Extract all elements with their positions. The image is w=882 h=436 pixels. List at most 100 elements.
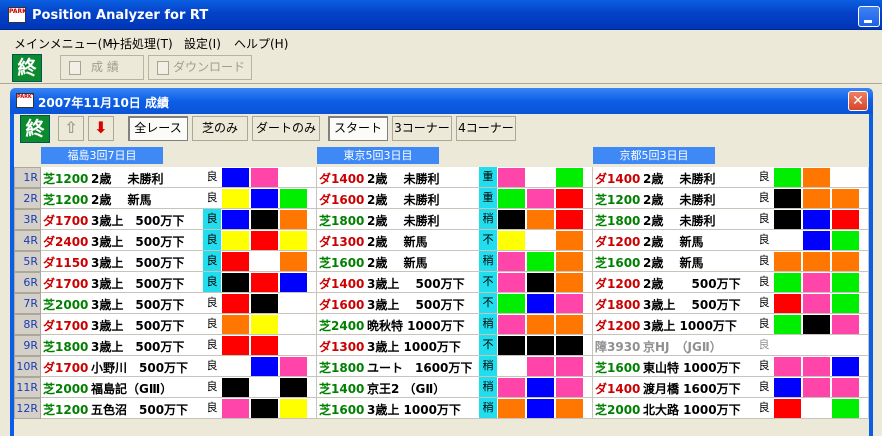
exit-icon[interactable]: 終 <box>20 115 50 143</box>
position-color-swatch <box>527 189 554 208</box>
race-number[interactable]: 12R <box>14 398 41 419</box>
race-cell[interactable]: ダ1200 3歳上 1000万下 良 <box>593 314 869 335</box>
menu-help[interactable]: ヘルプ(H) <box>234 35 288 52</box>
race-number[interactable]: 7R <box>14 293 41 314</box>
race-cell[interactable]: 障3930 京HJ （JGⅡ） 良 <box>593 335 869 356</box>
race-cell[interactable]: 芝2000 北大路 1000万下 良 <box>593 398 869 419</box>
race-cell[interactable]: 芝1200 2歳 新馬 良 <box>41 188 317 209</box>
race-cell[interactable]: 芝1200 2歳 未勝利 良 <box>593 188 869 209</box>
filter-dirt-only[interactable]: ダートのみ <box>252 116 320 141</box>
track-condition: 良 <box>203 251 221 271</box>
race-cell[interactable]: 芝2000 3歳上 500万下 良 <box>41 293 317 314</box>
race-cell[interactable]: 芝1600 2歳 新馬 稍 <box>317 251 593 272</box>
minimize-button[interactable] <box>858 6 880 27</box>
race-cell[interactable]: ダ1700 3歳上 500万下 良 <box>41 272 317 293</box>
track-condition: 不 <box>479 272 497 292</box>
race-course: 芝1800 <box>319 361 365 375</box>
tab-3rd-corner[interactable]: 3コーナー <box>392 116 452 141</box>
tab-4th-corner[interactable]: 4コーナー <box>456 116 516 141</box>
race-cell[interactable]: ダ1400 渡月橋 1600万下 良 <box>593 377 869 398</box>
race-number[interactable]: 5R <box>14 251 41 272</box>
race-number[interactable]: 8R <box>14 314 41 335</box>
race-cell[interactable]: 芝1800 2歳 未勝利 良 <box>593 209 869 230</box>
track-condition: 良 <box>758 275 770 288</box>
race-cell[interactable]: ダ1200 2歳 500万下 良 <box>593 272 869 293</box>
race-cell[interactable]: 芝2400 晩秋特 1000万下稍 <box>317 314 593 335</box>
race-cell[interactable]: ダ1400 2歳 未勝利 良 <box>593 167 869 188</box>
race-number[interactable]: 4R <box>14 230 41 251</box>
race-cell[interactable]: 芝1800 3歳上 500万下 良 <box>41 335 317 356</box>
race-cell[interactable]: 芝1200 2歳 未勝利 良 <box>41 167 317 188</box>
close-button[interactable]: ✕ <box>848 91 868 111</box>
track-condition: 良 <box>758 317 770 330</box>
position-color-swatch <box>556 189 583 208</box>
race-course: ダ2400 <box>43 235 89 249</box>
position-color-swatch <box>803 378 830 397</box>
race-number[interactable]: 10R <box>14 356 41 377</box>
results-toolbar: 終 ⇧ ⬇ 全レース 芝のみ ダートのみ スタート 3コーナー 4コーナー <box>14 114 869 144</box>
race-class: 3歳上 500万下 <box>91 235 185 249</box>
race-course: 障3930 <box>595 340 641 354</box>
race-number[interactable]: 9R <box>14 335 41 356</box>
position-color-swatch <box>251 210 278 229</box>
race-number[interactable]: 3R <box>14 209 41 230</box>
race-cell[interactable]: 芝1800 ユート 1600万下稍 <box>317 356 593 377</box>
menu-batch[interactable]: 一括処理(T) <box>108 35 173 52</box>
race-cell[interactable]: ダ1600 2歳 未勝利 重 <box>317 188 593 209</box>
track-condition: 良 <box>758 338 770 351</box>
race-cell[interactable]: ダ1800 3歳上 500万下 良 <box>593 293 869 314</box>
position-color-swatch <box>498 252 525 271</box>
race-course: ダ1200 <box>595 319 641 333</box>
race-number[interactable]: 2R <box>14 188 41 209</box>
race-cell[interactable]: ダ1600 3歳上 500万下不 <box>317 293 593 314</box>
table-row: 9R 芝1800 3歳上 500万下 良 ダ1300 3歳上 1000万下 不 障3930 京H… <box>14 335 869 356</box>
race-cell[interactable]: ダ1300 2歳 新馬 不 <box>317 230 593 251</box>
race-cell[interactable]: ダ1700 3歳上 500万下 良 <box>41 209 317 230</box>
race-number[interactable]: 6R <box>14 272 41 293</box>
download-button-label: ダウンロード <box>173 60 246 74</box>
race-cell[interactable]: 芝1600 2歳 新馬 良 <box>593 251 869 272</box>
race-cell[interactable]: 芝1800 2歳 未勝利 稍 <box>317 209 593 230</box>
race-class: 京HJ （JGⅡ） <box>643 340 722 354</box>
race-cell[interactable]: ダ2400 3歳上 500万下 良 <box>41 230 317 251</box>
race-cell[interactable]: ダ1150 3歳上 500万下 良 <box>41 251 317 272</box>
race-class: 北大路 1000万下 <box>643 403 741 417</box>
race-cell[interactable]: ダ1400 3歳上 500万下不 <box>317 272 593 293</box>
race-course: ダ1700 <box>43 214 89 228</box>
filter-all-races[interactable]: 全レース <box>128 116 188 141</box>
table-row: 3R ダ1700 3歳上 500万下良芝1800 2歳 未勝利稍芝1800 2歳 未勝利… <box>14 209 869 230</box>
race-cell[interactable]: 芝1200 五色沼 500万下 良 <box>41 398 317 419</box>
race-class: 3歳上 1000万下 <box>367 340 461 354</box>
venue-header[interactable]: 福島3回7日目 <box>41 147 163 164</box>
race-cell[interactable]: 芝1400 京王2 （GⅡ） 稍 <box>317 377 593 398</box>
race-class: 2歳 新馬 <box>91 193 152 207</box>
position-color-swatch <box>774 399 801 418</box>
results-button[interactable]: 成 績 <box>60 55 144 80</box>
filter-turf-only[interactable]: 芝のみ <box>192 116 248 141</box>
menu-main[interactable]: メインメニュー(M) <box>14 35 117 52</box>
menu-settings[interactable]: 設定(I) <box>184 35 221 52</box>
race-cell[interactable]: 芝1600 東山特 1000万下 良 <box>593 356 869 377</box>
race-cell[interactable]: ダ1200 2歳 新馬 良 <box>593 230 869 251</box>
up-arrow-icon[interactable]: ⇧ <box>58 116 84 141</box>
tab-start[interactable]: スタート <box>328 116 388 141</box>
down-arrow-icon[interactable]: ⬇ <box>88 116 114 141</box>
race-class: 3歳上 1000万下 <box>367 403 461 417</box>
race-number[interactable]: 1R <box>14 167 41 188</box>
race-cell[interactable]: ダ1700 3歳上 500万下 良 <box>41 314 317 335</box>
track-condition: 稍 <box>479 209 497 229</box>
race-cell[interactable]: 芝1600 3歳上 1000万下 稍 <box>317 398 593 419</box>
race-cell[interactable]: ダ1700 小野川 500万下 良 <box>41 356 317 377</box>
race-cell[interactable]: ダ1400 2歳 未勝利 重 <box>317 167 593 188</box>
venue-header[interactable]: 東京5回3日目 <box>317 147 439 164</box>
race-cell[interactable]: 芝2000 福島記（GⅢ） 良 <box>41 377 317 398</box>
track-condition: 良 <box>758 401 770 414</box>
venue-header[interactable]: 京都5回3日目 <box>593 147 715 164</box>
race-cell[interactable]: ダ1300 3歳上 1000万下 不 <box>317 335 593 356</box>
race-course: ダ1150 <box>43 256 89 270</box>
exit-icon[interactable]: 終 <box>12 54 42 82</box>
position-color-swatch <box>527 336 554 355</box>
race-number[interactable]: 11R <box>14 377 41 398</box>
download-button[interactable]: ダウンロード <box>148 55 252 80</box>
position-color-swatch <box>222 294 249 313</box>
